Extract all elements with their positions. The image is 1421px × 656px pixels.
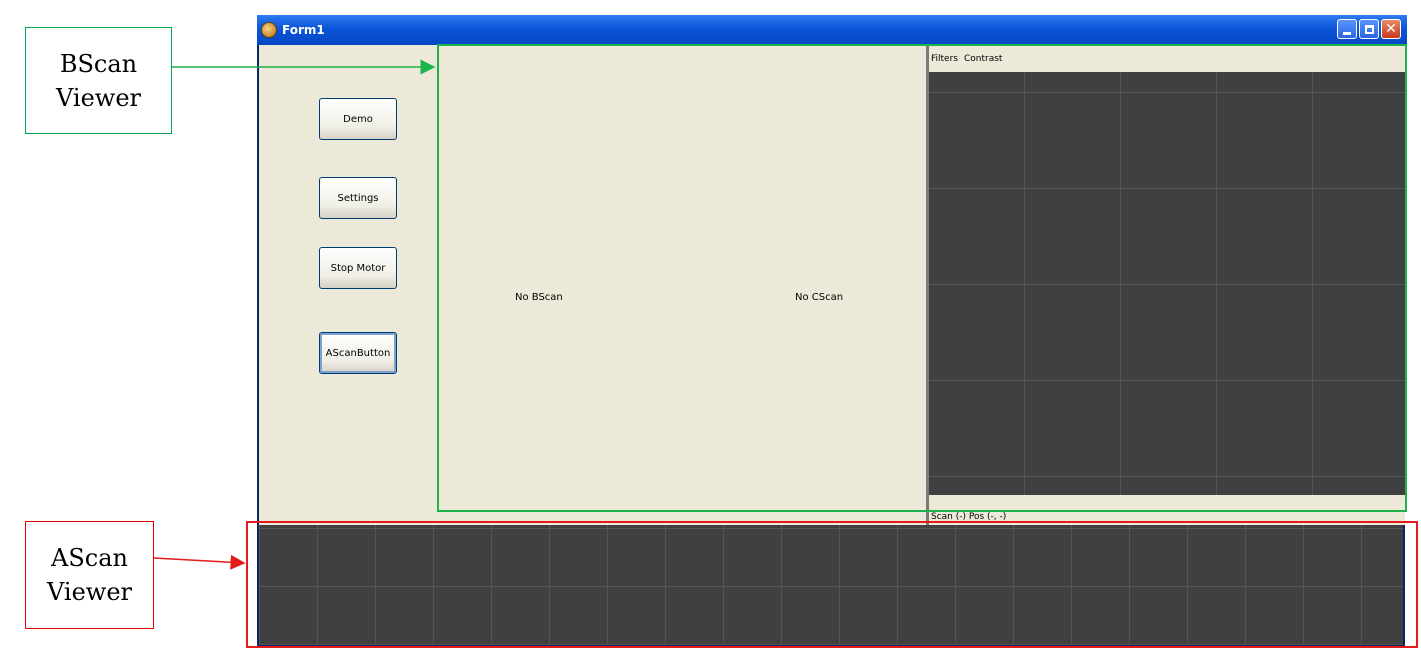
ascan-arrow (153, 554, 246, 570)
callout-arrows (153, 59, 436, 570)
